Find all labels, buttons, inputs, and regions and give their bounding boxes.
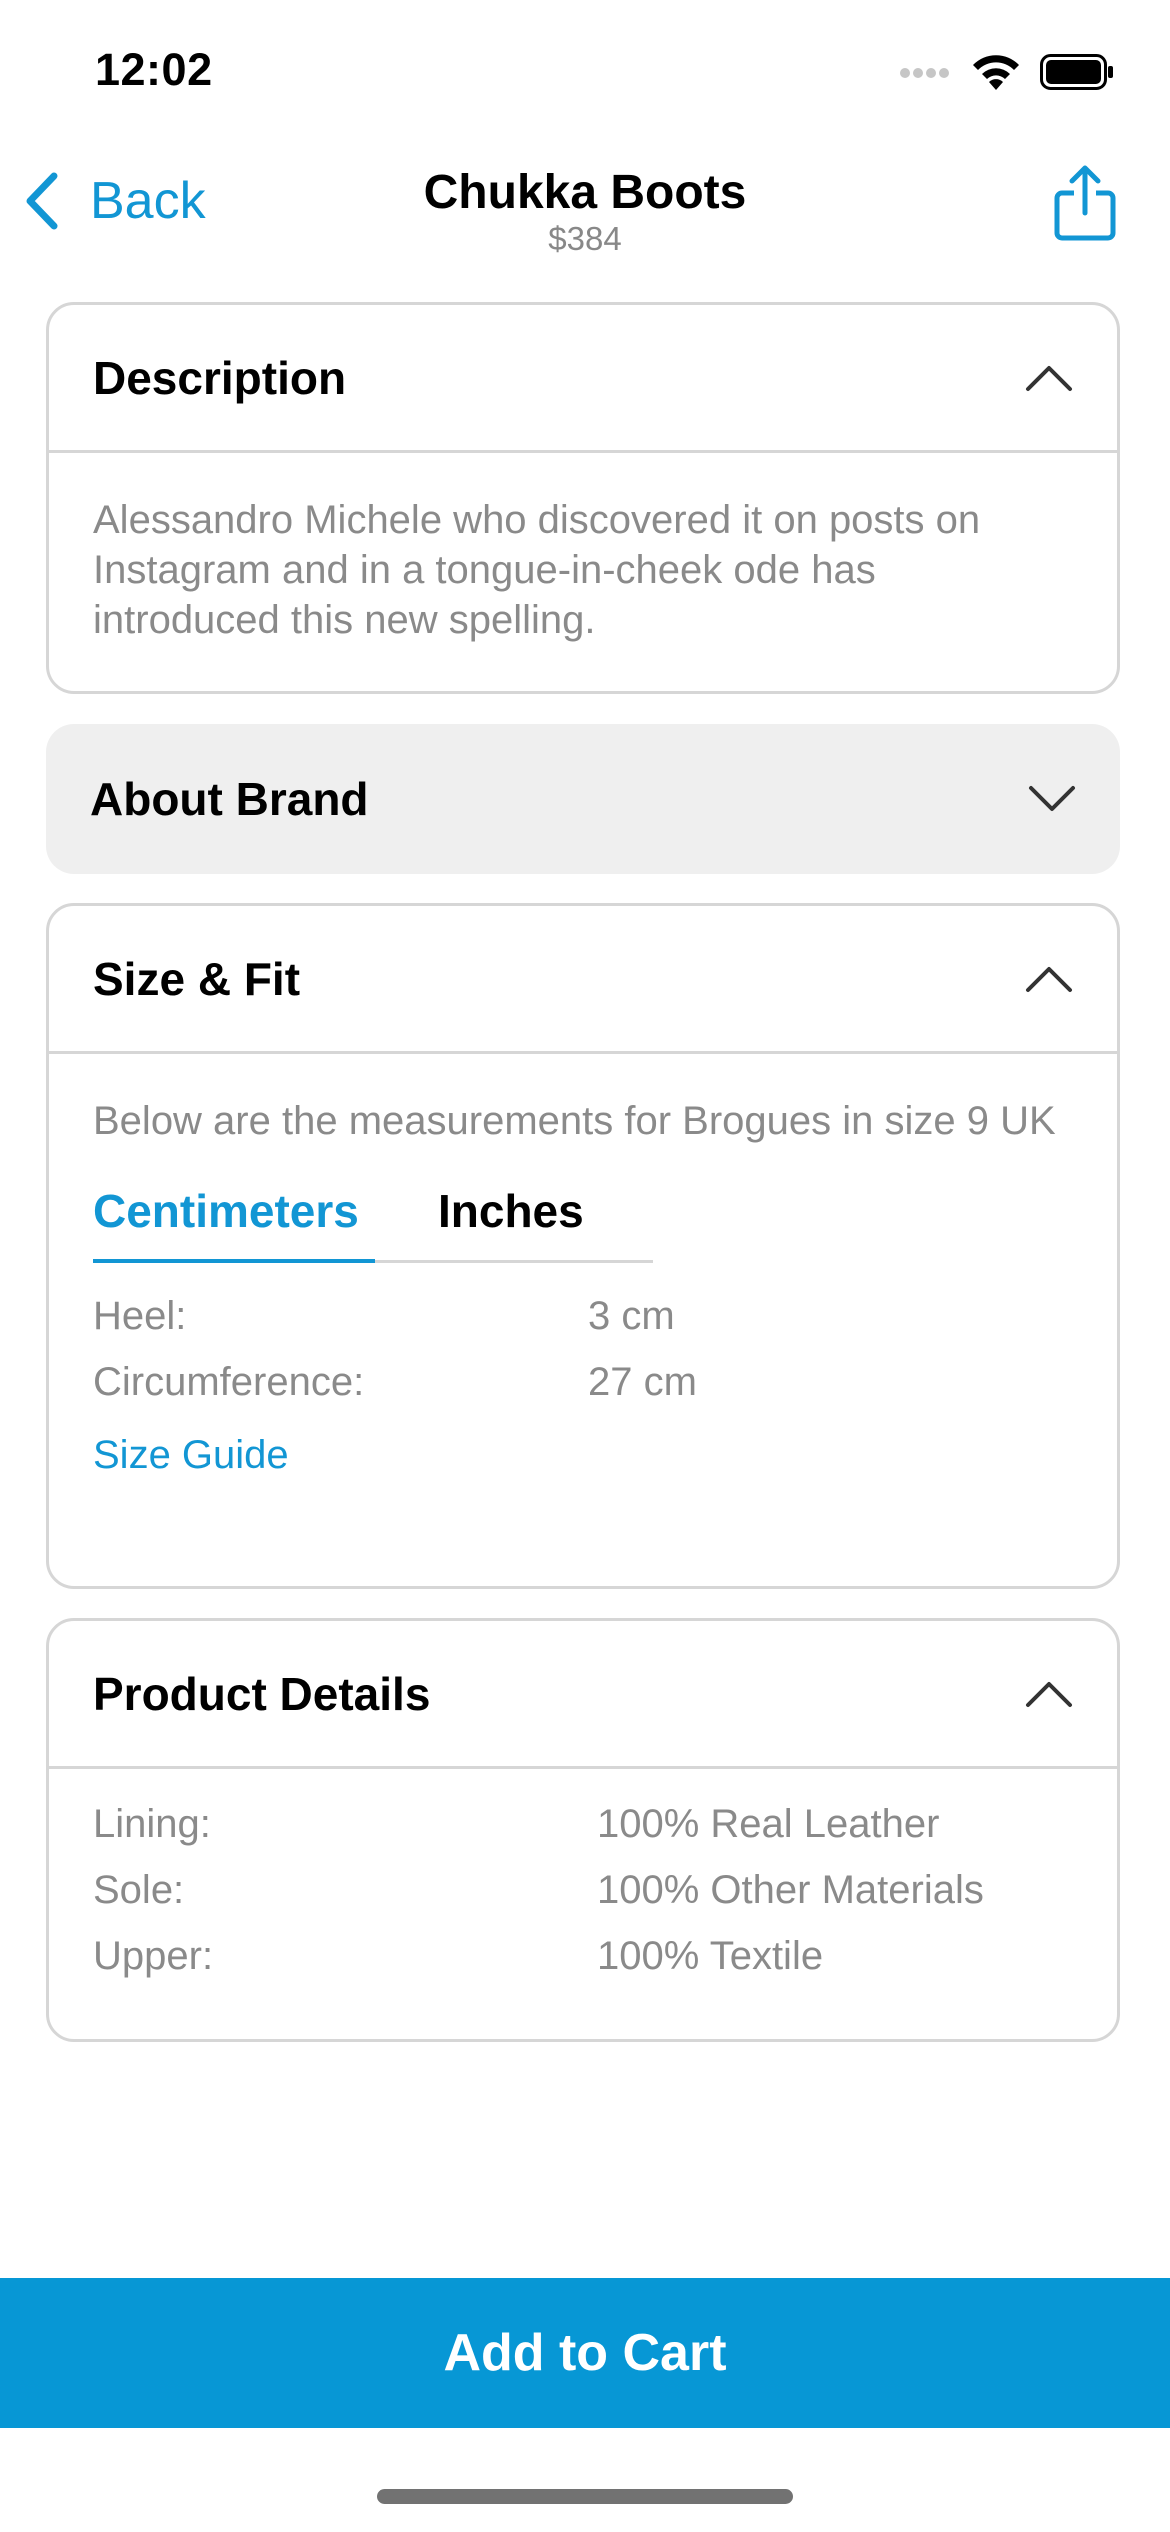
description-card: Description Alessandro Michele who disco… (46, 302, 1120, 694)
size-guide-link[interactable]: Size Guide (93, 1433, 289, 1477)
product-details-title: Product Details (93, 1667, 431, 1720)
share-icon (1054, 165, 1116, 241)
detail-value: 100% Real Leather (597, 1801, 940, 1846)
detail-key: Sole: (93, 1867, 185, 1912)
detail-value: 100% Other Materials (597, 1867, 984, 1912)
about-brand-title: About Brand (90, 773, 369, 825)
cellular-signal-icon (900, 68, 949, 78)
measurement-value: 27 cm (588, 1359, 697, 1404)
description-header[interactable]: Description (49, 305, 1117, 453)
page-title: Chukka Boots (423, 166, 747, 219)
tab-inches[interactable]: Inches (438, 1184, 584, 1260)
home-indicator[interactable] (377, 2489, 793, 2504)
detail-value: 100% Textile (597, 1933, 824, 1978)
size-fit-title: Size & Fit (93, 952, 301, 1005)
measurement-row: Heel: 3 cm (93, 1283, 1073, 1349)
wifi-icon (973, 55, 1019, 90)
price-label: $384 (548, 220, 622, 257)
battery-icon (1040, 54, 1113, 90)
chevron-up-icon (1026, 1681, 1072, 1707)
size-fit-card: Size & Fit Below are the measurements fo… (46, 903, 1120, 1589)
status-icons (900, 52, 1114, 92)
measurement-key: Heel: (93, 1293, 187, 1338)
about-brand-card: About Brand (46, 724, 1120, 874)
measurement-value: 3 cm (588, 1293, 675, 1338)
size-fit-intro: Below are the measurements for Brogues i… (93, 1099, 1056, 1143)
chevron-down-icon (1029, 786, 1075, 811)
detail-row: Sole: 100% Other Materials (93, 1857, 1073, 1923)
description-title: Description (93, 351, 347, 404)
status-time: 12:02 (95, 44, 213, 95)
about-brand-header[interactable]: About Brand (46, 724, 1120, 874)
detail-key: Upper: (93, 1933, 214, 1978)
size-fit-header[interactable]: Size & Fit (49, 906, 1117, 1054)
measurement-key: Circumference: (93, 1359, 365, 1404)
measurement-row: Circumference: 27 cm (93, 1349, 1073, 1415)
product-details-header[interactable]: Product Details (49, 1621, 1117, 1769)
detail-key: Lining: (93, 1801, 211, 1846)
detail-row: Lining: 100% Real Leather (93, 1791, 1073, 1857)
tab-centimeters[interactable]: Centimeters (93, 1184, 375, 1263)
chevron-up-icon (1026, 966, 1072, 992)
share-button[interactable] (1054, 165, 1116, 246)
description-text: Alessandro Michele who discovered it on … (93, 498, 981, 642)
unit-tabs: Centimeters Inches (93, 1184, 653, 1263)
chevron-up-icon (1026, 365, 1072, 391)
detail-row: Upper: 100% Textile (93, 1923, 1073, 1989)
product-details-card: Product Details Lining: 100% Real Leathe… (46, 1618, 1120, 2042)
add-to-cart-button[interactable]: Add to Cart (0, 2278, 1170, 2428)
